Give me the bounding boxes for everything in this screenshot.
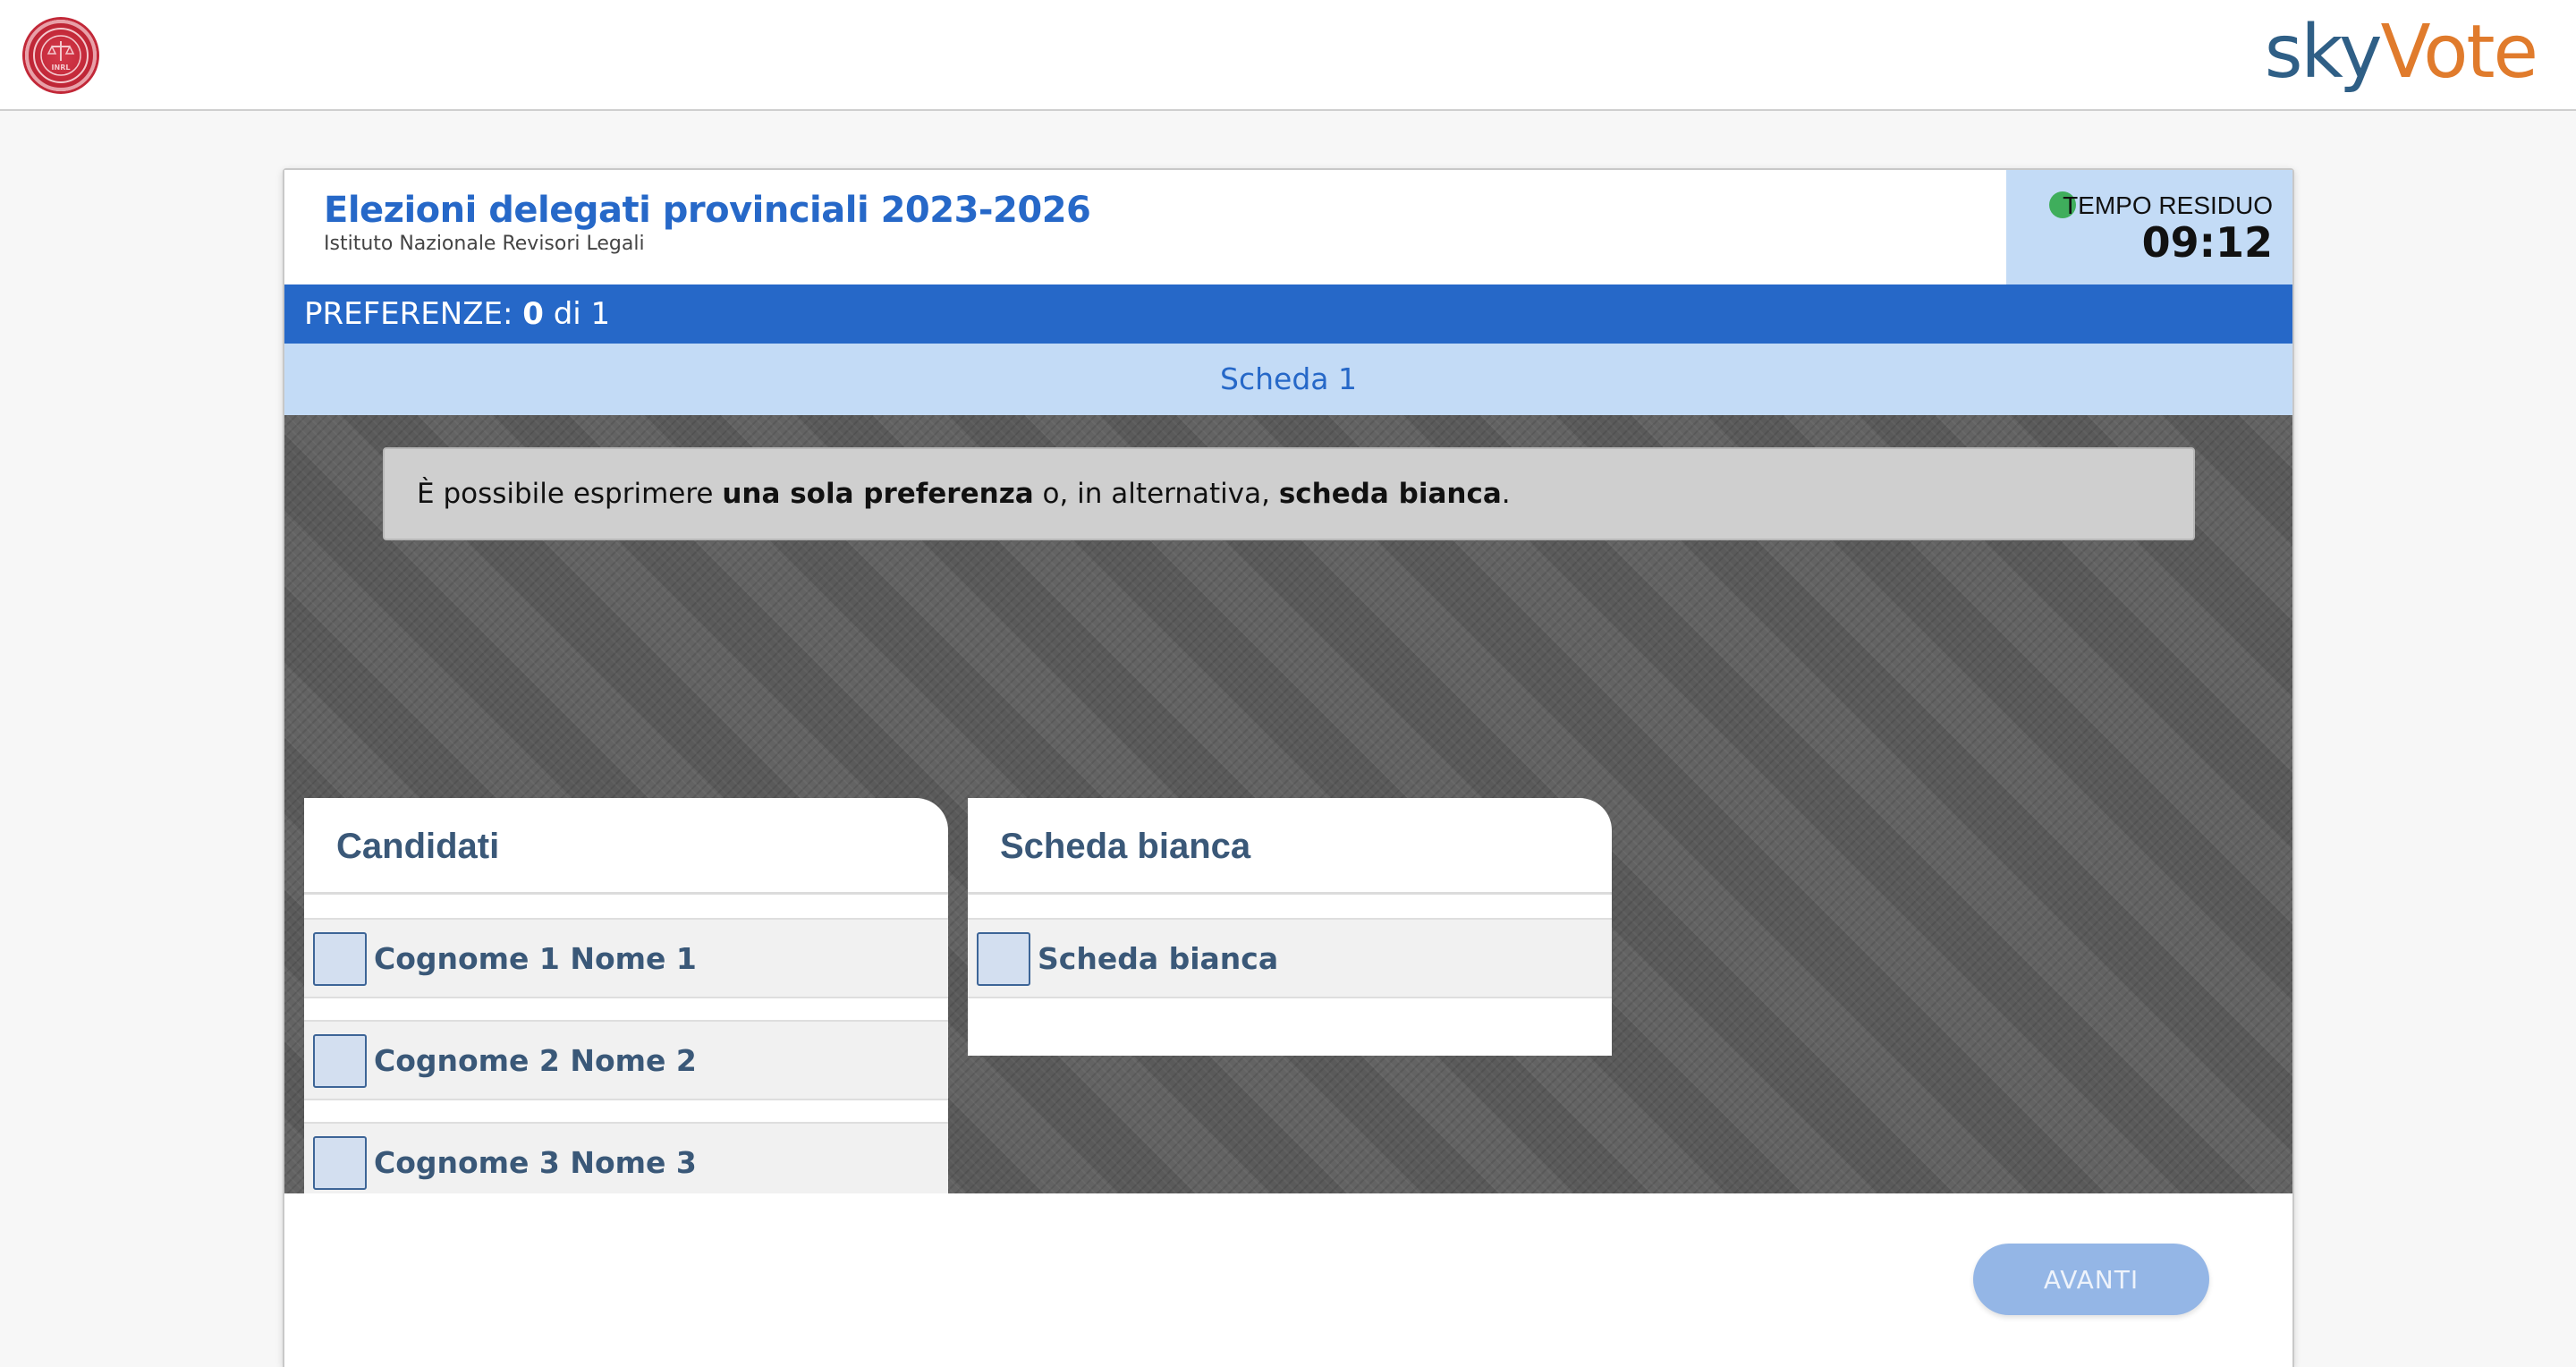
candidates-panel-title: Candidati	[304, 798, 948, 895]
timer-value: 09:12	[2141, 218, 2273, 267]
ballot-area: È possibile esprimere una sola preferenz…	[284, 415, 2292, 1260]
blank-ballot-list: Scheda bianca	[968, 895, 1612, 998]
candidate-row-2[interactable]: Cognome 2 Nome 2	[304, 1020, 948, 1100]
election-header: Elezioni delegati provinciali 2023-2026 …	[284, 170, 2292, 284]
blank-ballot-row[interactable]: Scheda bianca	[968, 918, 1612, 998]
ballot-name: Scheda 1	[1220, 361, 1357, 396]
logo-vote: Vote	[2380, 10, 2538, 95]
preferences-label: PREFERENZE:	[304, 296, 513, 332]
candidate-row-1[interactable]: Cognome 1 Nome 1	[304, 918, 948, 998]
candidate-row-3[interactable]: Cognome 3 Nome 3	[304, 1122, 948, 1202]
card-footer: AVANTI	[284, 1193, 2292, 1367]
candidate-2-label[interactable]: Cognome 2 Nome 2	[374, 1022, 697, 1100]
notice-text-1: È possibile esprimere	[417, 478, 723, 510]
notice-text-3: .	[1501, 478, 1511, 510]
preferences-count: 0	[522, 296, 544, 332]
candidate-1-label[interactable]: Cognome 1 Nome 1	[374, 920, 697, 998]
seal-emblem-icon: INRL	[33, 28, 89, 83]
page-subtitle: Istituto Nazionale Revisori Legali	[324, 233, 645, 255]
logo-sky: sky	[2264, 10, 2383, 95]
ballot-card: Elezioni delegati provinciali 2023-2026 …	[283, 168, 2294, 1367]
candidates-panel: Candidati Cognome 1 Nome 1 Cognome 2 Nom…	[304, 798, 948, 1260]
skyvote-logo: skyVote	[2264, 4, 2538, 102]
candidate-2-checkbox[interactable]	[313, 1034, 367, 1088]
preferences-bar: PREFERENZE: 0 di 1	[284, 284, 2292, 344]
preferences-total: di 1	[553, 296, 611, 332]
candidate-3-label[interactable]: Cognome 3 Nome 3	[374, 1124, 697, 1202]
blank-ballot-checkbox[interactable]	[977, 932, 1030, 986]
ballot-name-bar: Scheda 1	[284, 344, 2292, 415]
blank-ballot-panel: Scheda bianca Scheda bianca	[968, 798, 1612, 1056]
notice-text-2: o, in alternativa,	[1033, 478, 1279, 510]
blank-ballot-label[interactable]: Scheda bianca	[1038, 920, 1278, 998]
candidate-3-checkbox[interactable]	[313, 1136, 367, 1190]
seal-text: INRL	[52, 64, 71, 72]
timer-box: TEMPO RESIDUO 09:12	[2006, 170, 2292, 284]
notice-bold-2: scheda bianca	[1278, 478, 1502, 510]
candidates-list: Cognome 1 Nome 1 Cognome 2 Nome 2 Cognom…	[304, 895, 948, 1202]
notice-bold-1: una sola preferenza	[722, 478, 1034, 510]
timer-label: TEMPO RESIDUO	[2063, 191, 2273, 219]
next-button[interactable]: AVANTI	[1973, 1244, 2209, 1315]
candidate-1-checkbox[interactable]	[313, 932, 367, 986]
blank-ballot-panel-title: Scheda bianca	[968, 798, 1612, 895]
institute-seal-logo: INRL	[25, 20, 97, 91]
top-bar: INRL skyVote	[0, 0, 2576, 111]
page-title: Elezioni delegati provinciali 2023-2026	[324, 190, 1091, 231]
instruction-notice: È possibile esprimere una sola preferenz…	[383, 447, 2195, 540]
